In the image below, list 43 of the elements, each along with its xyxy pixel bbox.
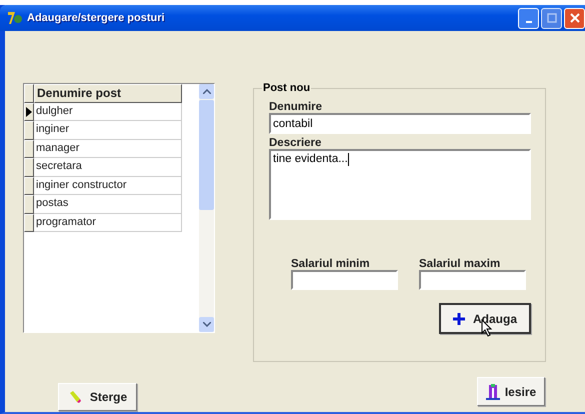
table-cell[interactable]: programator	[34, 214, 182, 232]
current-row-icon	[26, 106, 32, 117]
app-icon	[7, 10, 23, 26]
text-area[interactable]: tine evidenta...	[269, 149, 531, 220]
row-indicator[interactable]	[24, 195, 34, 214]
table-cell[interactable]: secretara	[34, 158, 182, 176]
minimize-button[interactable]	[518, 8, 539, 28]
maximize-icon	[546, 13, 556, 23]
input-field[interactable]: contabil	[269, 113, 531, 134]
row-indicator[interactable]	[24, 102, 34, 121]
maximize-button[interactable]	[541, 8, 562, 28]
exit-button[interactable]: Iesire	[477, 377, 545, 406]
row-indicator[interactable]	[24, 214, 34, 232]
minimize-icon	[526, 20, 532, 22]
table-cell[interactable]: postas	[34, 195, 182, 214]
scroll-up-icon[interactable]	[199, 84, 214, 99]
delete-button[interactable]: Sterge	[58, 383, 137, 411]
table-cell[interactable]: manager	[34, 140, 182, 158]
group-title: Post nou	[262, 82, 312, 94]
field-label: Salariul maxim	[419, 258, 502, 270]
row-indicator[interactable]	[24, 121, 34, 140]
table-cell[interactable]: dulgher	[34, 102, 182, 121]
window-title: Adaugare/stergere posturi	[27, 12, 166, 24]
close-button[interactable]	[564, 8, 585, 28]
close-icon	[570, 13, 580, 23]
table-cell[interactable]: inginer constructor	[34, 176, 182, 195]
field-label: Salariul minim	[291, 258, 371, 270]
column-header[interactable]: Denumire post	[34, 84, 182, 102]
row-indicator[interactable]	[24, 140, 34, 158]
table-cell[interactable]: inginer	[34, 121, 182, 140]
scrollbar[interactable]	[199, 84, 214, 332]
field-label: Descriere	[269, 137, 322, 149]
row-indicator[interactable]	[24, 176, 34, 195]
add-button[interactable]: Adauga	[439, 303, 531, 334]
plus-icon	[452, 312, 465, 324]
input-field[interactable]	[291, 270, 398, 290]
input-field[interactable]	[419, 270, 526, 290]
field-label: Denumire	[269, 101, 324, 113]
door-icon	[486, 384, 500, 400]
eraser-icon	[68, 390, 82, 404]
scroll-down-icon[interactable]	[199, 317, 214, 332]
scroll-thumb[interactable]	[199, 100, 214, 210]
row-indicator[interactable]	[24, 158, 34, 176]
